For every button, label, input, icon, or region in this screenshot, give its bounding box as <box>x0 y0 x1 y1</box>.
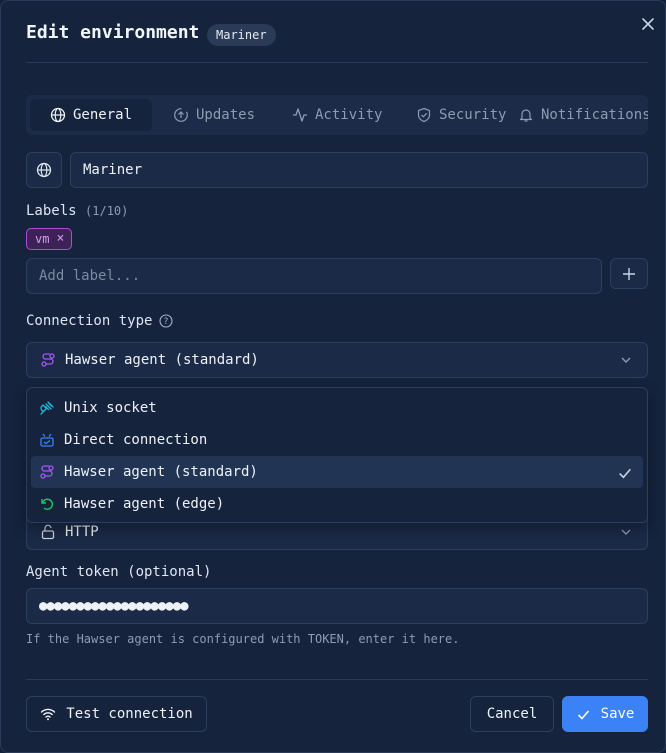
tab-label: Security <box>439 107 507 123</box>
network-icon <box>40 433 54 447</box>
labels-count: (1/10) <box>85 204 129 218</box>
shield-icon <box>417 107 431 123</box>
tab-label: Notifications <box>541 107 648 123</box>
option-direct-connection[interactable]: Direct connection <box>31 424 643 456</box>
route-icon <box>41 353 55 367</box>
labels-title: Labels <box>26 203 77 219</box>
chip-text: vm <box>35 232 50 246</box>
option-label: Unix socket <box>64 400 157 416</box>
connection-type-label: Connection type <box>26 313 153 329</box>
activity-icon <box>293 108 307 122</box>
unlock-icon <box>41 524 55 540</box>
option-hawser-edge[interactable]: Hawser agent (edge) <box>31 488 643 520</box>
agent-token-label: Agent token (optional) <box>26 564 212 580</box>
chevron-down-icon <box>621 529 631 535</box>
tab-label: Activity <box>315 107 383 123</box>
route-icon <box>40 465 54 479</box>
agent-token-input[interactable]: ●●●●●●●●●●●●●●●●●●●● <box>26 588 648 624</box>
bell-icon <box>519 109 533 122</box>
globe-icon <box>36 162 52 178</box>
add-label-input[interactable]: Add label... <box>26 258 602 294</box>
option-hawser-standard[interactable]: Hawser agent (standard) <box>31 456 643 488</box>
connection-type-select[interactable]: Hawser agent (standard) <box>26 342 648 378</box>
plus-icon <box>623 267 635 280</box>
option-label: Hawser agent (standard) <box>64 464 258 480</box>
chip-remove-icon[interactable]: × <box>56 229 64 249</box>
button-label: Save <box>600 706 635 722</box>
svg-text:?: ? <box>164 317 169 327</box>
tab-general[interactable]: General <box>30 99 153 131</box>
environment-badge: Mariner <box>207 24 276 46</box>
refresh-icon <box>174 108 188 122</box>
tab-security[interactable]: Security <box>416 99 506 131</box>
wifi-icon <box>41 708 56 721</box>
option-label: Hawser agent (edge) <box>64 496 225 512</box>
environment-icon-picker[interactable] <box>26 152 62 188</box>
label-chip: vm × <box>26 228 73 250</box>
undo-icon <box>41 498 54 510</box>
agent-token-help: If the Hawser agent is configured with T… <box>26 632 460 646</box>
button-label: Test connection <box>66 706 193 722</box>
tab-activity[interactable]: Activity <box>292 99 382 131</box>
tab-updates[interactable]: Updates <box>173 99 255 131</box>
dialog-title: Edit environment <box>26 22 200 43</box>
cancel-button[interactable]: Cancel <box>470 696 554 732</box>
environment-name-input[interactable]: Mariner <box>70 152 648 188</box>
connection-type-dropdown: Unix socket Direct connection Hawser age… <box>26 387 648 523</box>
tab-label: General <box>73 107 133 123</box>
close-icon[interactable] <box>639 15 657 33</box>
footer-divider <box>26 679 648 680</box>
option-label: Direct connection <box>64 432 208 448</box>
divider <box>26 62 648 63</box>
test-connection-button[interactable]: Test connection <box>26 696 207 732</box>
tab-label: Updates <box>196 107 256 123</box>
chevron-down-icon <box>621 357 631 363</box>
plug-icon <box>40 401 54 415</box>
button-label: Cancel <box>486 706 538 722</box>
tab-bar: General Updates Activity Security Notifi… <box>26 95 648 135</box>
option-unix-socket[interactable]: Unix socket <box>31 392 643 424</box>
help-circle-icon[interactable]: ? <box>159 314 173 328</box>
save-button[interactable]: Save <box>562 696 648 732</box>
select-value: HTTP <box>65 524 99 540</box>
labels-heading: Labels (1/10) <box>26 203 128 219</box>
tab-notifications[interactable]: Notifications <box>518 99 648 131</box>
edit-environment-dialog: Edit environment Mariner General Updates… <box>0 0 666 753</box>
globe-icon <box>50 107 66 123</box>
select-value: Hawser agent (standard) <box>65 352 259 368</box>
check-icon <box>619 468 631 479</box>
connection-type-heading: Connection type ? <box>26 313 173 329</box>
check-icon <box>577 709 589 720</box>
add-label-button[interactable] <box>610 258 648 289</box>
